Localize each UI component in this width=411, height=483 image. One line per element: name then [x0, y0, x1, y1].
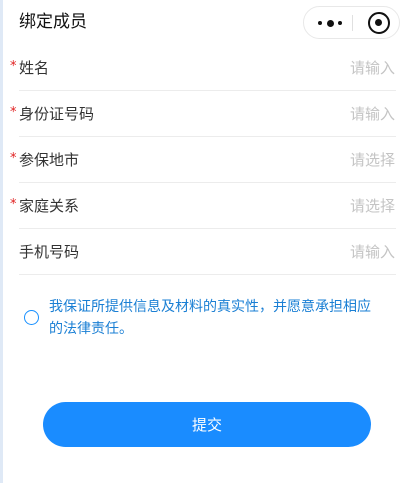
id-number-input[interactable]: [255, 104, 395, 124]
menu-capsule: [303, 6, 400, 39]
id-number-label: 身份证号码: [19, 105, 95, 123]
agreement-section: 我保证所提供信息及材料的真实性，并愿意承担相应的法律责任。: [24, 296, 374, 344]
more-dots-icon[interactable]: [318, 16, 342, 30]
form-row-insured-city[interactable]: * 参保地市: [0, 137, 411, 183]
required-mark: *: [10, 105, 17, 120]
capsule-close-icon[interactable]: [368, 12, 390, 34]
insured-city-select[interactable]: [255, 150, 395, 170]
capsule-divider: [352, 15, 353, 31]
form-row-phone[interactable]: 手机号码: [0, 229, 411, 275]
family-relation-label: 家庭关系: [19, 197, 80, 215]
form-row-family-relation[interactable]: * 家庭关系: [0, 183, 411, 229]
required-mark: *: [10, 59, 17, 74]
form-row-id-number[interactable]: * 身份证号码: [0, 91, 411, 137]
insured-city-label: 参保地市: [19, 151, 80, 169]
name-label: 姓名: [19, 59, 50, 77]
family-relation-select[interactable]: [255, 196, 395, 216]
required-mark: *: [10, 197, 17, 212]
name-input[interactable]: [255, 58, 395, 78]
form-row-name[interactable]: * 姓名: [0, 45, 411, 91]
row-divider: [19, 274, 396, 275]
navigation-bar: 绑定成员: [0, 0, 411, 44]
agreement-text[interactable]: 我保证所提供信息及材料的真实性，并愿意承担相应的法律责任。: [49, 296, 374, 340]
phone-input[interactable]: [255, 242, 395, 262]
phone-label: 手机号码: [19, 243, 80, 261]
submit-button[interactable]: 提交: [43, 402, 371, 447]
agreement-radio[interactable]: [24, 310, 39, 325]
page-title: 绑定成员: [19, 12, 87, 32]
required-mark: *: [10, 151, 17, 166]
